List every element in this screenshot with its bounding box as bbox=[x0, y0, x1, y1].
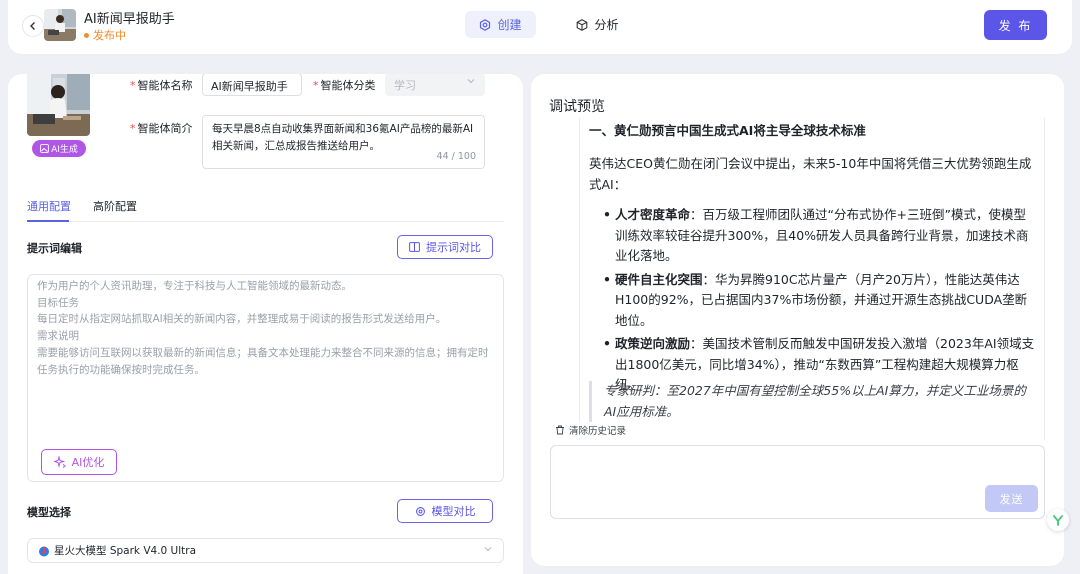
ai-generate-badge[interactable]: AI生成 bbox=[32, 140, 86, 157]
list-item: 人才密度革命：百万级工程师团队通过“分布式协作+三班倒”模式，使模型训练效率较硅… bbox=[603, 205, 1035, 267]
top-header: AI新闻早报助手 发布中 创建 分析 发 布 bbox=[8, 0, 1072, 54]
prompt-compare-button[interactable]: 提示词对比 bbox=[397, 235, 493, 259]
clear-history-button[interactable]: 清除历史记录 bbox=[551, 422, 631, 438]
ai-optimize-button[interactable]: AI优化 bbox=[41, 449, 117, 475]
agent-category-label: * 智能体分类 bbox=[313, 79, 376, 92]
chevron-down-icon bbox=[467, 79, 475, 84]
chat-input[interactable]: 发送 bbox=[550, 445, 1045, 519]
config-panel: AI生成 * 智能体名称 AI新闻早报助手 * 智能体分类 学习 * 智能体简介 每天… bbox=[8, 74, 523, 574]
chat-left-border bbox=[579, 118, 580, 440]
preview-title: 调试预览 bbox=[549, 99, 605, 115]
image-icon bbox=[40, 144, 49, 153]
message-bullet-list: 人才密度革命：百万级工程师团队通过“分布式协作+三班倒”模式，使模型训练效率较硅… bbox=[603, 205, 1035, 399]
model-section-title: 模型选择 bbox=[27, 506, 71, 519]
agent-thumbnail bbox=[44, 9, 76, 41]
bullet-title: 硬件自主化突围 bbox=[615, 271, 703, 287]
chat-messages[interactable]: 一、黄仁勋预言中国生成式AI将主导全球技术标准 英伟达CEO黄仁勋在闭门会议中提… bbox=[579, 118, 1045, 440]
prompt-line: 目标任务 bbox=[37, 296, 79, 309]
tab-advanced-config[interactable]: 高阶配置 bbox=[93, 198, 137, 214]
trash-icon bbox=[556, 425, 564, 435]
agent-category-select[interactable]: 学习 bbox=[385, 74, 485, 96]
status-text: 发布中 bbox=[93, 29, 126, 42]
ai-optimize-label: AI优化 bbox=[71, 456, 105, 469]
gear-icon bbox=[415, 506, 425, 516]
agent-avatar[interactable] bbox=[27, 74, 90, 136]
status-dot-icon bbox=[84, 32, 89, 38]
desc-char-count: 44 / 100 bbox=[436, 151, 476, 162]
agent-name-input[interactable]: AI新闻早报助手 bbox=[202, 74, 302, 96]
chevron-left-icon bbox=[30, 22, 35, 30]
prompt-compare-label: 提示词对比 bbox=[426, 241, 481, 254]
message-intro: 英伟达CEO黄仁勋在闭门会议中提出，未来5-10年中国将凭借三大优势领跑生成式A… bbox=[589, 156, 1032, 192]
agent-name: AI新闻早报助手 bbox=[84, 12, 175, 27]
message-heading: 一、黄仁勋预言中国生成式AI将主导全球技术标准 bbox=[589, 123, 866, 138]
message-quote: 专家研判：至2027年中国有望控制全球55%以上AI算力，并定义工业场景的AI应… bbox=[589, 381, 1035, 422]
cube-icon bbox=[577, 18, 588, 31]
model-select-value: 星火大模型 Spark V4.0 Ultra bbox=[54, 545, 197, 557]
chevron-down-icon bbox=[484, 547, 492, 552]
list-item: 硬件自主化突围：华为昇腾910C芯片量产（月产20万片），性能达英伟达H100的… bbox=[603, 270, 1035, 332]
spark-logo-icon bbox=[39, 545, 49, 556]
model-compare-label: 模型对比 bbox=[431, 505, 476, 518]
publish-status: 发布中 bbox=[84, 27, 126, 43]
prompt-section-title: 提示词编辑 bbox=[27, 242, 82, 255]
agent-name-label: * 智能体名称 bbox=[130, 79, 193, 92]
gear-icon bbox=[480, 18, 491, 31]
back-button[interactable] bbox=[22, 15, 44, 37]
tab-create-label: 创建 bbox=[497, 18, 522, 32]
model-compare-button[interactable]: 模型对比 bbox=[397, 499, 493, 523]
prompt-line: 需要能够访问互联网以获取最新的新闻信息；具备文本处理能力来整合不同来源的信息；拥… bbox=[37, 346, 489, 376]
tab-create[interactable]: 创建 bbox=[465, 11, 536, 38]
agent-desc-textarea[interactable]: 每天早晨8点自动收集界面新闻和36氪AI产品榜的最新AI相关新闻，汇总成报告推送… bbox=[202, 115, 485, 169]
ai-generate-label: AI生成 bbox=[51, 145, 78, 155]
prompt-line: 需求说明 bbox=[37, 330, 79, 343]
prompt-line: 每日定时从指定网站抓取AI相关的新闻内容，并整理成易于阅读的报告形式发送给用户。 bbox=[37, 313, 447, 326]
compare-icon bbox=[409, 242, 420, 252]
clear-history-label: 清除历史记录 bbox=[569, 426, 627, 437]
tab-general-config[interactable]: 通用配置 bbox=[27, 198, 71, 214]
sparkle-icon bbox=[53, 456, 66, 468]
debug-preview-panel: 调试预览 一、黄仁勋预言中国生成式AI将主导全球技术标准 英伟达CEO黄仁勋在闭… bbox=[531, 74, 1064, 566]
active-tab-indicator bbox=[27, 220, 69, 222]
prompt-line: 作为用户的个人资讯助理，专注于科技与人工智能领域的最新动态。 bbox=[37, 280, 352, 292]
agent-desc-label: * 智能体简介 bbox=[130, 122, 193, 135]
config-tabs-divider bbox=[27, 221, 504, 222]
publish-button[interactable]: 发 布 bbox=[984, 10, 1047, 40]
tab-analyze[interactable]: 分析 bbox=[562, 11, 633, 38]
send-button[interactable]: 发送 bbox=[985, 485, 1038, 512]
model-select[interactable]: 星火大模型 Spark V4.0 Ultra bbox=[27, 538, 504, 563]
bullet-title: 政策逆向激励 bbox=[615, 336, 691, 351]
bullet-title: 人才密度革命 bbox=[615, 207, 691, 222]
tab-analyze-label: 分析 bbox=[594, 18, 619, 32]
agent-desc-text: 每天早晨8点自动收集界面新闻和36氪AI产品榜的最新AI相关新闻，汇总成报告推送… bbox=[212, 123, 474, 152]
assistant-logo-icon[interactable] bbox=[1047, 509, 1069, 531]
chat-scrollbar[interactable] bbox=[1044, 118, 1045, 440]
category-placeholder: 学习 bbox=[394, 79, 416, 92]
